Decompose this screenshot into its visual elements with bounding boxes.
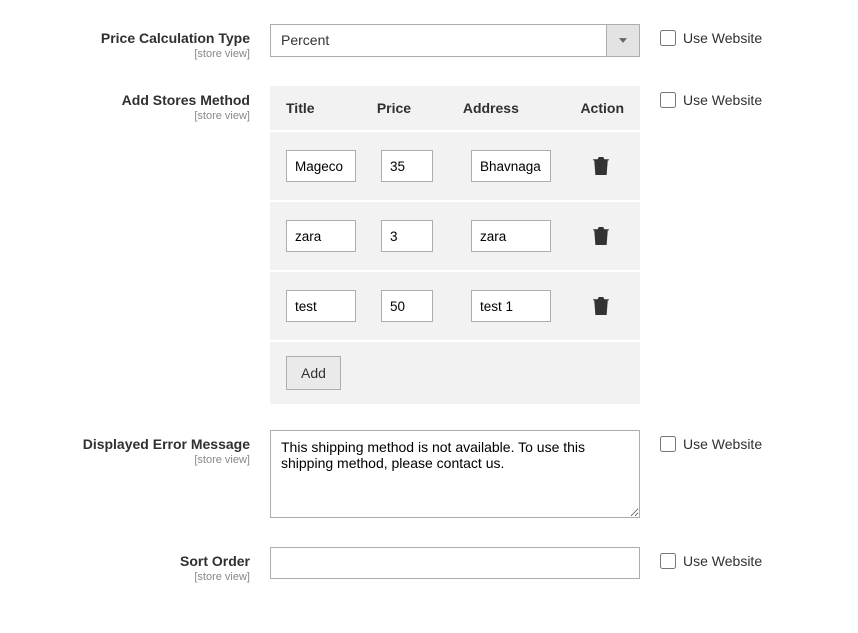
use-website-wrap: Use Website bbox=[660, 24, 762, 46]
field-row-sort-order: Sort Order [store view] Use Website bbox=[40, 547, 818, 583]
trash-icon[interactable] bbox=[593, 297, 609, 315]
use-website-wrap: Use Website bbox=[660, 86, 762, 108]
store-price-input[interactable] bbox=[381, 220, 433, 252]
table-header-title: Title bbox=[286, 100, 377, 116]
use-website-label: Use Website bbox=[683, 30, 762, 46]
field-label: Add Stores Method [store view] bbox=[40, 86, 270, 122]
store-address-input[interactable] bbox=[471, 150, 551, 182]
table-row bbox=[270, 270, 640, 340]
label-scope: [store view] bbox=[40, 571, 250, 583]
field-control: Title Price Address Action bbox=[270, 86, 640, 404]
store-address-input[interactable] bbox=[471, 220, 551, 252]
field-row-price-calculation-type: Price Calculation Type [store view] Perc… bbox=[40, 24, 818, 60]
table-header-action: Action bbox=[558, 100, 624, 116]
field-label: Sort Order [store view] bbox=[40, 547, 270, 583]
use-website-label: Use Website bbox=[683, 92, 762, 108]
table-row bbox=[270, 130, 640, 200]
label-scope: [store view] bbox=[40, 48, 250, 60]
use-website-checkbox[interactable] bbox=[660, 436, 676, 452]
label-title: Price Calculation Type bbox=[101, 30, 250, 46]
label-title: Add Stores Method bbox=[122, 92, 250, 108]
field-label: Displayed Error Message [store view] bbox=[40, 430, 270, 466]
stores-table: Title Price Address Action bbox=[270, 86, 640, 404]
field-row-add-stores-method: Add Stores Method [store view] Title Pri… bbox=[40, 86, 818, 404]
use-website-wrap: Use Website bbox=[660, 430, 762, 452]
store-title-input[interactable] bbox=[286, 290, 356, 322]
label-title: Sort Order bbox=[180, 553, 250, 569]
chevron-down-icon bbox=[606, 25, 639, 56]
store-price-input[interactable] bbox=[381, 150, 433, 182]
trash-icon[interactable] bbox=[593, 157, 609, 175]
label-scope: [store view] bbox=[40, 454, 250, 466]
price-calculation-type-select[interactable]: Percent bbox=[270, 24, 640, 57]
use-website-checkbox[interactable] bbox=[660, 553, 676, 569]
table-footer: Add bbox=[270, 340, 640, 404]
label-title: Displayed Error Message bbox=[83, 436, 250, 452]
use-website-label: Use Website bbox=[683, 553, 762, 569]
sort-order-input[interactable] bbox=[270, 547, 640, 579]
store-title-input[interactable] bbox=[286, 150, 356, 182]
trash-icon[interactable] bbox=[593, 227, 609, 245]
table-header-row: Title Price Address Action bbox=[270, 86, 640, 130]
use-website-checkbox[interactable] bbox=[660, 30, 676, 46]
store-address-input[interactable] bbox=[471, 290, 551, 322]
field-label: Price Calculation Type [store view] bbox=[40, 24, 270, 60]
field-control: Percent bbox=[270, 24, 640, 57]
label-scope: [store view] bbox=[40, 110, 250, 122]
use-website-checkbox[interactable] bbox=[660, 92, 676, 108]
use-website-label: Use Website bbox=[683, 436, 762, 452]
error-message-textarea[interactable]: This shipping method is not available. T… bbox=[270, 430, 640, 518]
select-value: Percent bbox=[271, 25, 606, 56]
store-title-input[interactable] bbox=[286, 220, 356, 252]
table-header-address: Address bbox=[463, 100, 559, 116]
table-header-price: Price bbox=[377, 100, 463, 116]
table-row bbox=[270, 200, 640, 270]
field-row-displayed-error-message: Displayed Error Message [store view] Thi… bbox=[40, 430, 818, 521]
use-website-wrap: Use Website bbox=[660, 547, 762, 569]
field-control: This shipping method is not available. T… bbox=[270, 430, 640, 521]
store-price-input[interactable] bbox=[381, 290, 433, 322]
add-button[interactable]: Add bbox=[286, 356, 341, 390]
field-control bbox=[270, 547, 640, 579]
